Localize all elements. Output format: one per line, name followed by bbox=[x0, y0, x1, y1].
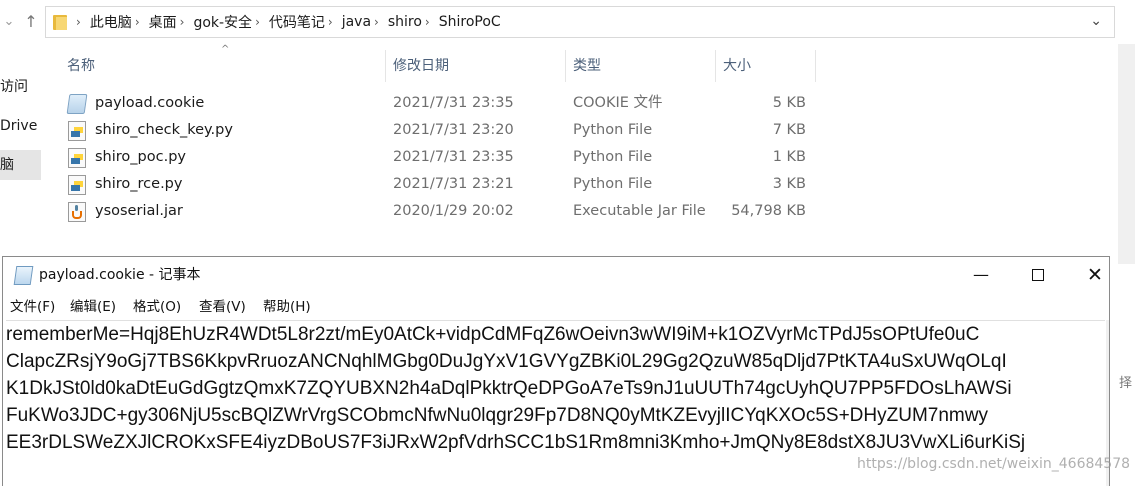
notepad-titlebar[interactable]: payload.cookie - 记事本 — ✕ bbox=[3, 257, 1109, 293]
sidebar-item-quick-access[interactable]: 访问 bbox=[0, 72, 41, 102]
maximize-button[interactable] bbox=[1015, 257, 1061, 293]
window-title: payload.cookie - 记事本 bbox=[39, 267, 201, 283]
file-list: ^ 名称 修改日期 类型 大小 payload.cookie 2021/7/31… bbox=[55, 44, 905, 258]
text-line: K1DkJSt0ld0kaDtEuGdGgtzQmxK7ZQYUBXN2h4aD… bbox=[6, 378, 1012, 399]
file-name: ysoserial.jar bbox=[95, 203, 183, 219]
file-type: Python File bbox=[573, 122, 653, 138]
menu-edit[interactable]: 编辑(E) bbox=[70, 295, 116, 319]
file-row-payload-cookie[interactable]: payload.cookie 2021/7/31 23:35 COOKIE 文件… bbox=[55, 90, 815, 117]
breadcrumb-java[interactable]: java bbox=[342, 14, 371, 30]
folder-icon bbox=[53, 14, 67, 30]
menu-bar: 文件(F) 编辑(E) 格式(O) 查看(V) 帮助(H) bbox=[3, 295, 1109, 319]
file-name: shiro_check_key.py bbox=[95, 122, 233, 138]
close-button[interactable]: ✕ bbox=[1072, 257, 1118, 293]
column-header-type[interactable]: 类型 bbox=[561, 48, 601, 84]
file-size: 54,798 KB bbox=[731, 203, 806, 219]
breadcrumb-desktop[interactable]: 桌面 bbox=[149, 12, 177, 32]
java-jar-icon bbox=[68, 202, 86, 222]
breadcrumb-gok-security[interactable]: gok-安全 bbox=[193, 12, 252, 32]
file-name: shiro_rce.py bbox=[95, 176, 183, 192]
breadcrumb-shiro[interactable]: shiro bbox=[388, 14, 422, 30]
navigation-pane: 访问 Drive 脑 bbox=[0, 44, 42, 264]
menu-format[interactable]: 格式(O) bbox=[133, 295, 181, 319]
address-bar[interactable]: › 此电脑 › 桌面 › gok-安全 › 代码笔记 › java › shir… bbox=[45, 6, 1115, 38]
recent-locations-chevron-icon[interactable]: ⌄ bbox=[0, 14, 18, 29]
file-modified: 2021/7/31 23:21 bbox=[393, 176, 514, 192]
file-name: shiro_poc.py bbox=[95, 149, 186, 165]
watermark-text: https://blog.csdn.net/weixin_46684578 bbox=[857, 456, 1131, 472]
explorer-scrollbar[interactable] bbox=[1118, 44, 1135, 264]
column-header-row: ^ 名称 修改日期 类型 大小 bbox=[55, 44, 905, 84]
breadcrumb-separator-icon: › bbox=[76, 15, 81, 29]
maximize-icon bbox=[1032, 269, 1044, 281]
breadcrumb-separator-icon: › bbox=[327, 15, 333, 29]
column-divider[interactable] bbox=[815, 50, 816, 82]
minimize-button[interactable]: — bbox=[958, 257, 1004, 293]
file-row-shiro-poc[interactable]: shiro_poc.py 2021/7/31 23:35 Python File… bbox=[55, 144, 815, 171]
menu-help[interactable]: 帮助(H) bbox=[263, 295, 311, 319]
breadcrumb-separator-icon: › bbox=[179, 15, 185, 29]
breadcrumb-separator-icon: › bbox=[374, 15, 379, 29]
file-type: COOKIE 文件 bbox=[573, 95, 663, 111]
text-line: rememberMe=Hqj8EhUzR4WDt5L8r2zt/mEy0AtCk… bbox=[6, 324, 980, 345]
up-arrow-icon[interactable]: ↑ bbox=[22, 12, 40, 31]
menu-view[interactable]: 查看(V) bbox=[199, 295, 246, 319]
text-line: FuKWo3JDC+gy306NjU5scBQlZWrVrgSCObmcNfwN… bbox=[6, 405, 988, 426]
text-line: ClapcZRsjY9oGj7TBS6KkpvRruozANCNqhlMGbg0… bbox=[6, 351, 1007, 372]
menu-file[interactable]: 文件(F) bbox=[10, 295, 55, 319]
python-file-icon bbox=[68, 175, 86, 195]
file-modified: 2020/1/29 20:02 bbox=[393, 203, 514, 219]
file-modified: 2021/7/31 23:35 bbox=[393, 95, 514, 111]
notepad-window: payload.cookie - 记事本 — ✕ 文件(F) 编辑(E) 格式(… bbox=[2, 256, 1110, 486]
text-line: EE3rDLSWeZXJlCROKxSFE4iyzDBoUS7F3iJRxW2p… bbox=[6, 432, 1026, 453]
breadcrumb-separator-icon: › bbox=[424, 15, 430, 29]
file-size: 7 KB bbox=[772, 122, 806, 138]
file-row-shiro-rce[interactable]: shiro_rce.py 2021/7/31 23:21 Python File… bbox=[55, 171, 815, 198]
file-type: Python File bbox=[573, 176, 653, 192]
breadcrumb-separator-icon: › bbox=[255, 15, 260, 29]
file-row-shiro-check-key[interactable]: shiro_check_key.py 2021/7/31 23:20 Pytho… bbox=[55, 117, 815, 144]
file-modified: 2021/7/31 23:20 bbox=[393, 122, 514, 138]
sort-ascending-icon: ^ bbox=[221, 44, 230, 55]
file-size: 1 KB bbox=[772, 149, 806, 165]
column-header-modified[interactable]: 修改日期 bbox=[381, 48, 449, 84]
breadcrumb-shiropoc[interactable]: ShiroPoC bbox=[439, 14, 501, 30]
cookie-file-icon bbox=[66, 94, 88, 114]
python-file-icon bbox=[68, 121, 86, 141]
breadcrumb-code-notes[interactable]: 代码笔记 bbox=[269, 12, 325, 32]
sidebar-item-this-pc[interactable]: 脑 bbox=[0, 150, 41, 180]
file-row-ysoserial-jar[interactable]: ysoserial.jar 2020/1/29 20:02 Executable… bbox=[55, 198, 815, 225]
python-file-icon bbox=[68, 148, 86, 168]
file-name: payload.cookie bbox=[95, 95, 205, 111]
address-history-chevron-icon[interactable]: ⌄ bbox=[1090, 13, 1102, 29]
partially-hidden-label: 择 bbox=[1119, 376, 1133, 391]
breadcrumb-this-pc[interactable]: 此电脑 bbox=[90, 12, 132, 32]
file-size: 5 KB bbox=[772, 95, 806, 111]
sidebar-item-onedrive[interactable]: Drive bbox=[0, 111, 41, 141]
file-modified: 2021/7/31 23:35 bbox=[393, 149, 514, 165]
notepad-app-icon bbox=[13, 266, 34, 285]
column-header-size[interactable]: 大小 bbox=[711, 48, 751, 84]
file-size: 3 KB bbox=[772, 176, 806, 192]
file-type: Python File bbox=[573, 149, 653, 165]
address-row: ⌄ ↑ › 此电脑 › 桌面 › gok-安全 › 代码笔记 › java › … bbox=[0, 0, 1135, 44]
breadcrumb-separator-icon: › bbox=[134, 15, 140, 29]
file-type: Executable Jar File bbox=[573, 203, 706, 219]
column-header-name[interactable]: 名称 bbox=[55, 48, 95, 84]
